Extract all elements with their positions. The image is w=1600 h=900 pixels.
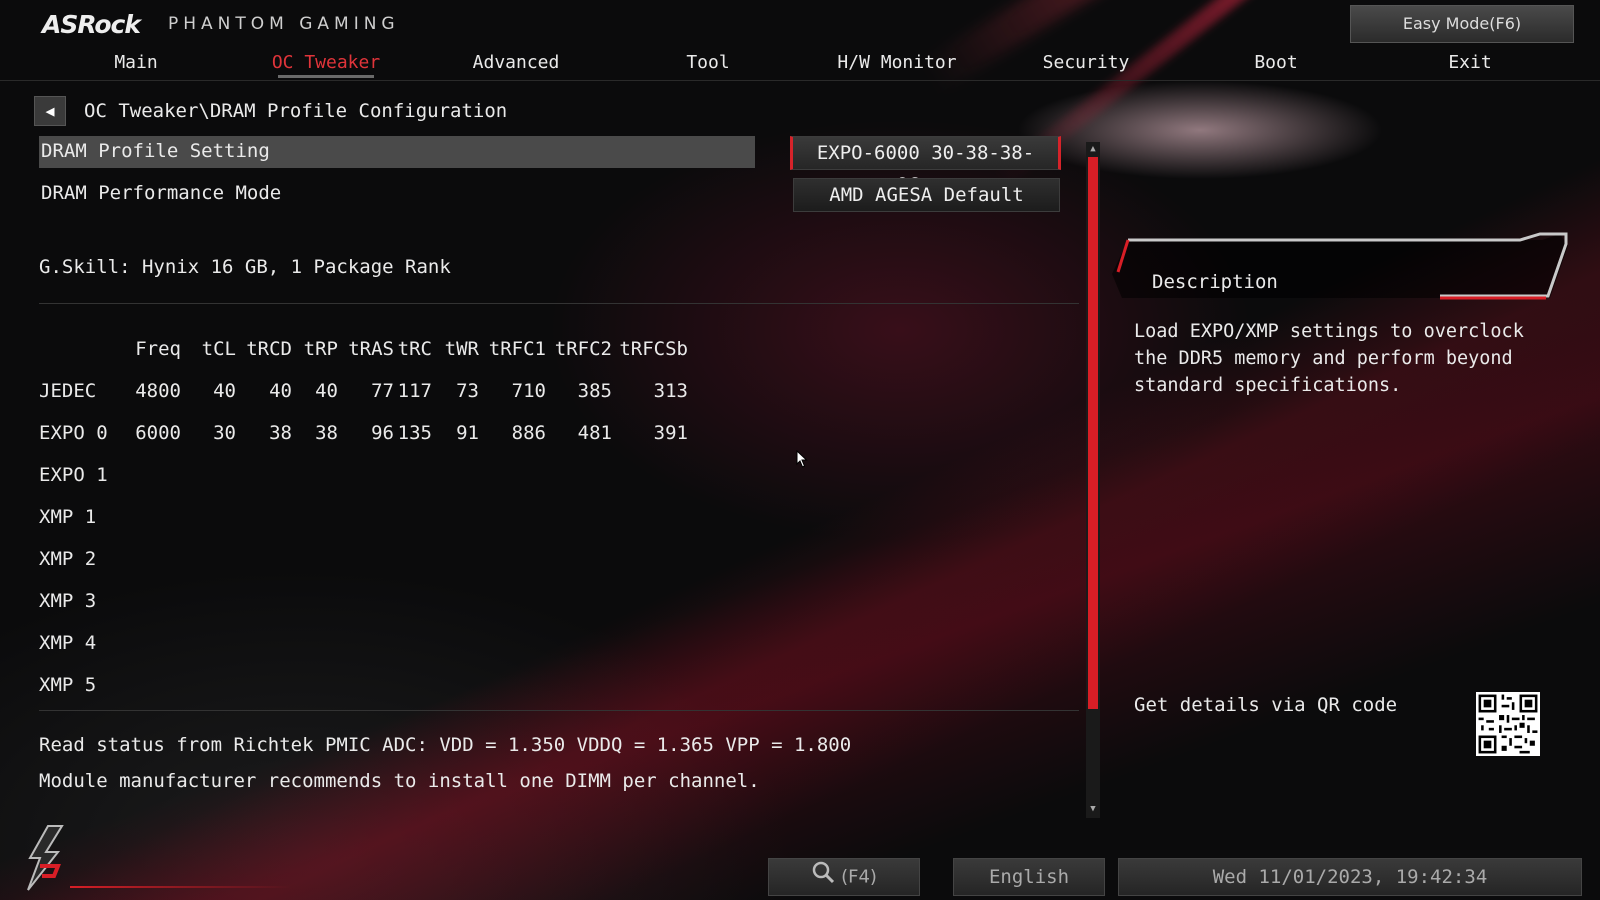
table-header: tRAS (348, 338, 394, 360)
table-header: tRC (397, 338, 432, 360)
table-row: XMP 4 (39, 622, 688, 664)
pmic-status-text: Read status from Richtek PMIC ADC: VDD =… (39, 734, 852, 756)
row-label: EXPO 1 (39, 464, 108, 486)
tab-security[interactable]: Security (1036, 52, 1136, 73)
table-cell: 391 (653, 422, 688, 444)
table-cell: 4800 (135, 380, 181, 402)
description-frame (1112, 232, 1568, 300)
table-cell: 40 (315, 380, 338, 402)
table-row: EXPO 1 (39, 454, 688, 496)
datetime-display[interactable]: Wed 11/01/2023, 19:42:34 (1118, 858, 1582, 896)
table-cell: 91 (456, 422, 479, 444)
table-cell: 38 (269, 422, 292, 444)
phantom-gaming-wordmark: PHANTOM GAMING (168, 14, 400, 34)
table-cell: 710 (511, 380, 546, 402)
table-cell: 73 (456, 380, 479, 402)
row-label: XMP 5 (39, 674, 97, 696)
scrollbar-thumb[interactable] (1088, 157, 1098, 709)
table-cell: 77 (371, 380, 394, 402)
tab-hw-monitor[interactable]: H/W Monitor (832, 52, 962, 73)
tab-advanced[interactable]: Advanced (456, 52, 576, 73)
row-label: XMP 4 (39, 632, 97, 654)
timing-table: Freq tCL tRCD tRP tRAS tRC tWR tRFC1 tRF… (39, 328, 688, 706)
row-label: XMP 2 (39, 548, 97, 570)
active-tab-indicator (278, 75, 374, 78)
row-label: XMP 1 (39, 506, 97, 528)
table-cell: 30 (213, 422, 236, 444)
breadcrumb: OC Tweaker\DRAM Profile Configuration (84, 100, 508, 122)
description-title: Description (1152, 271, 1278, 293)
scroll-up-arrow-icon[interactable]: ▲ (1086, 142, 1100, 156)
table-header: tRP (303, 338, 338, 360)
table-header: tRCD (246, 338, 292, 360)
table-header-row: Freq tCL tRCD tRP tRAS tRC tWR tRFC1 tRF… (39, 328, 688, 370)
table-cell: 6000 (135, 422, 181, 444)
table-row: XMP 1 (39, 496, 688, 538)
tab-tool[interactable]: Tool (668, 52, 748, 73)
dram-performance-mode-dropdown[interactable]: AMD AGESA Default (793, 178, 1060, 212)
table-header: tRFC2 (554, 338, 612, 360)
table-cell: 481 (577, 422, 612, 444)
language-button[interactable]: English (953, 858, 1105, 896)
table-cell: 38 (315, 422, 338, 444)
table-header: tRFC1 (488, 338, 546, 360)
qr-code-label: Get details via QR code (1134, 694, 1398, 716)
mouse-cursor-icon (796, 450, 808, 468)
table-header: Freq (135, 338, 181, 360)
tab-main[interactable]: Main (96, 52, 176, 73)
table-row: XMP 3 (39, 580, 688, 622)
table-header (39, 328, 124, 370)
back-arrow-icon: ◀ (45, 102, 55, 120)
divider (39, 710, 1079, 711)
dram-profile-setting-dropdown[interactable]: EXPO-6000 30-38-38-96... (790, 136, 1061, 196)
table-cell: 117 (397, 380, 432, 402)
table-cell: 40 (213, 380, 236, 402)
table-cell: 40 (269, 380, 292, 402)
asrock-logo: ASRock (42, 10, 141, 39)
description-text: Load EXPO/XMP settings to overclock the … (1134, 321, 1524, 396)
module-info: G.Skill: Hynix 16 GB, 1 Package Rank (39, 256, 451, 278)
table-row: XMP 2 (39, 538, 688, 580)
easy-mode-button[interactable]: Easy Mode(F6) (1350, 5, 1574, 43)
search-button[interactable]: (F4) (768, 858, 920, 896)
qr-code (1476, 692, 1540, 756)
table-cell: 886 (511, 422, 546, 444)
table-header: tWR (444, 338, 479, 360)
tab-exit[interactable]: Exit (1430, 52, 1510, 73)
row-label: XMP 3 (39, 590, 97, 612)
table-header: tCL (201, 338, 236, 360)
row-label: JEDEC (39, 380, 97, 402)
search-shortcut-label: (F4) (841, 866, 877, 888)
dram-performance-mode-label[interactable]: DRAM Performance Mode (41, 182, 281, 204)
table-cell: 135 (397, 422, 432, 444)
accent-line (70, 886, 290, 888)
row-label: EXPO 0 (39, 422, 108, 444)
table-cell: 385 (577, 380, 612, 402)
tab-oc-tweaker[interactable]: OC Tweaker (266, 52, 386, 73)
table-cell: 96 (371, 422, 394, 444)
phantom-gaming-logo (27, 825, 64, 891)
table-cell: 313 (653, 380, 688, 402)
dram-profile-setting-label[interactable]: DRAM Profile Setting (41, 140, 270, 162)
divider (39, 303, 1079, 304)
top-nav: Main OC Tweaker Advanced Tool H/W Monito… (0, 44, 1600, 81)
scroll-down-arrow-icon[interactable]: ▼ (1086, 802, 1100, 816)
table-row: EXPO 0 6000 30 38 38 96 135 91 886 481 3… (39, 412, 688, 454)
table-row: JEDEC 4800 40 40 40 77 117 73 710 385 31… (39, 370, 688, 412)
dimm-recommendation-text: Module manufacturer recommends to instal… (39, 770, 760, 792)
table-row: XMP 5 (39, 664, 688, 706)
back-button[interactable]: ◀ (34, 96, 66, 126)
tab-boot[interactable]: Boot (1236, 52, 1316, 73)
table-header: tRFCSb (619, 338, 688, 360)
search-icon (811, 860, 835, 896)
